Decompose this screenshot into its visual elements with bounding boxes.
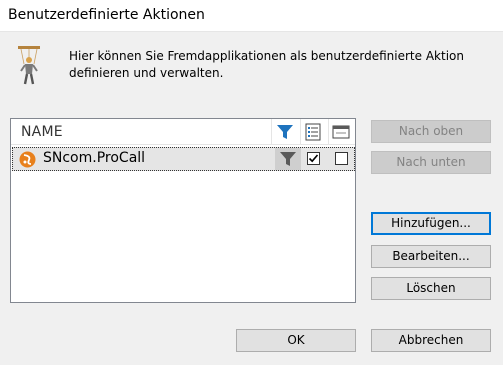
- cancel-button[interactable]: Abbrechen: [371, 329, 491, 352]
- filter-icon[interactable]: [276, 123, 294, 141]
- ok-button[interactable]: OK: [236, 329, 356, 352]
- move-up-button[interactable]: Nach oben: [371, 120, 491, 143]
- filter-icon: [280, 152, 296, 166]
- checkmark-icon: [308, 154, 319, 163]
- window-icon[interactable]: [332, 123, 350, 141]
- window-title: Benutzerdefinierte Aktionen: [8, 7, 205, 23]
- move-down-button[interactable]: Nach unten: [371, 151, 491, 174]
- puppet-icon: [18, 46, 40, 85]
- actions-list[interactable]: NAME SNcom.ProCall: [10, 118, 356, 303]
- edit-button[interactable]: Bearbeiten...: [371, 245, 491, 268]
- column-divider: [328, 119, 329, 145]
- intro-text: Hier können Sie Fremdapplikationen als b…: [69, 49, 464, 80]
- list-details-icon[interactable]: [304, 123, 322, 141]
- row-checkbox-1[interactable]: [307, 152, 320, 165]
- column-divider: [300, 119, 301, 145]
- list-header: NAME: [11, 119, 355, 145]
- title-bar: Benutzerdefinierte Aktionen: [0, 0, 503, 32]
- delete-button[interactable]: Löschen: [371, 277, 491, 300]
- row-name: SNcom.ProCall: [43, 150, 146, 166]
- list-item[interactable]: SNcom.ProCall: [12, 147, 355, 171]
- column-divider: [271, 119, 272, 145]
- row-filter-cell[interactable]: [275, 148, 301, 170]
- column-header-name[interactable]: NAME: [21, 124, 63, 140]
- procall-logo-icon: [19, 151, 36, 168]
- row-checkbox-2[interactable]: [335, 152, 348, 165]
- add-button[interactable]: Hinzufügen...: [371, 212, 491, 235]
